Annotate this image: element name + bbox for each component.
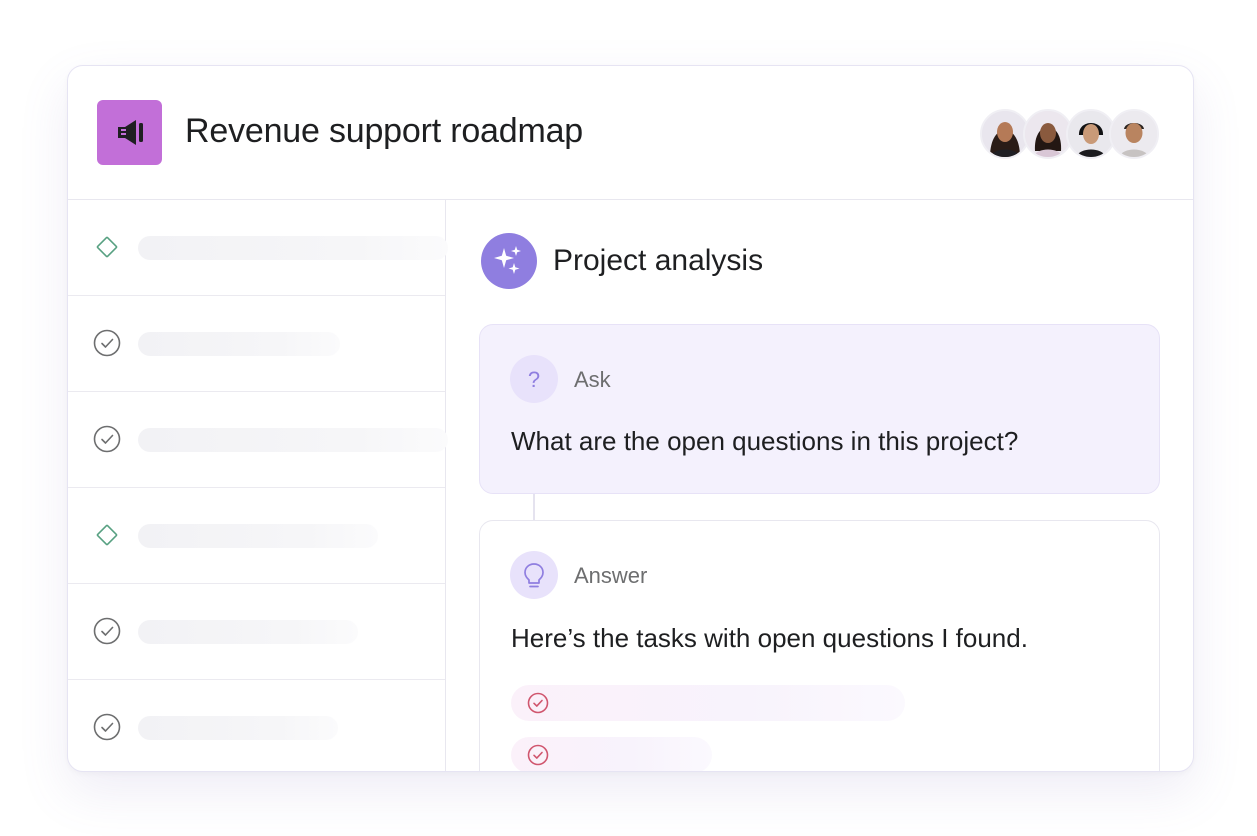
project-header: Revenue support roadmap <box>68 66 1193 200</box>
task-name-placeholder <box>138 332 340 356</box>
thread-connector <box>533 494 535 520</box>
check-circle-icon[interactable] <box>92 712 122 742</box>
result-task[interactable] <box>511 685 905 721</box>
task-row[interactable] <box>68 680 445 771</box>
svg-text:?: ? <box>528 367 540 392</box>
answer-label: Answer <box>574 563 648 588</box>
task-row[interactable] <box>68 392 448 488</box>
milestone-diamond-icon[interactable] <box>92 232 122 262</box>
megaphone-icon[interactable] <box>97 100 162 165</box>
member-avatars[interactable] <box>980 109 1159 159</box>
task-name-placeholder <box>138 716 338 740</box>
sparkles-icon <box>481 233 537 289</box>
ask-card[interactable]: ? Ask What are the open questions in thi… <box>479 324 1160 494</box>
task-row[interactable] <box>68 200 448 296</box>
task-row[interactable] <box>68 296 445 392</box>
result-task[interactable] <box>511 737 712 771</box>
member-avatar[interactable] <box>1109 109 1159 159</box>
task-row[interactable] <box>68 584 445 680</box>
check-circle-icon[interactable] <box>527 692 549 714</box>
task-row[interactable] <box>68 488 445 584</box>
check-circle-icon[interactable] <box>92 616 122 646</box>
project-title: Revenue support roadmap <box>185 112 583 150</box>
project-analysis-panel: Project analysis ? Ask What are the open… <box>446 200 1193 771</box>
check-circle-icon[interactable] <box>527 744 549 766</box>
task-name-placeholder <box>138 524 378 548</box>
question-mark-icon: ? <box>510 355 558 403</box>
project-window: Revenue support roadmap Project analysis… <box>67 65 1194 772</box>
check-circle-icon[interactable] <box>92 424 122 454</box>
analysis-title: Project analysis <box>553 244 764 277</box>
ask-label: Ask <box>574 367 611 392</box>
ask-question: What are the open questions in this proj… <box>511 426 1019 456</box>
task-list <box>68 200 448 771</box>
milestone-diamond-icon[interactable] <box>92 520 122 550</box>
lightbulb-icon <box>510 551 558 599</box>
task-name-placeholder <box>138 428 448 452</box>
task-name-placeholder <box>138 620 358 644</box>
check-circle-icon[interactable] <box>92 328 122 358</box>
task-name-placeholder <box>138 236 448 260</box>
answer-card: Answer Here’s the tasks with open questi… <box>479 520 1160 771</box>
answer-text: Here’s the tasks with open questions I f… <box>511 623 1028 653</box>
